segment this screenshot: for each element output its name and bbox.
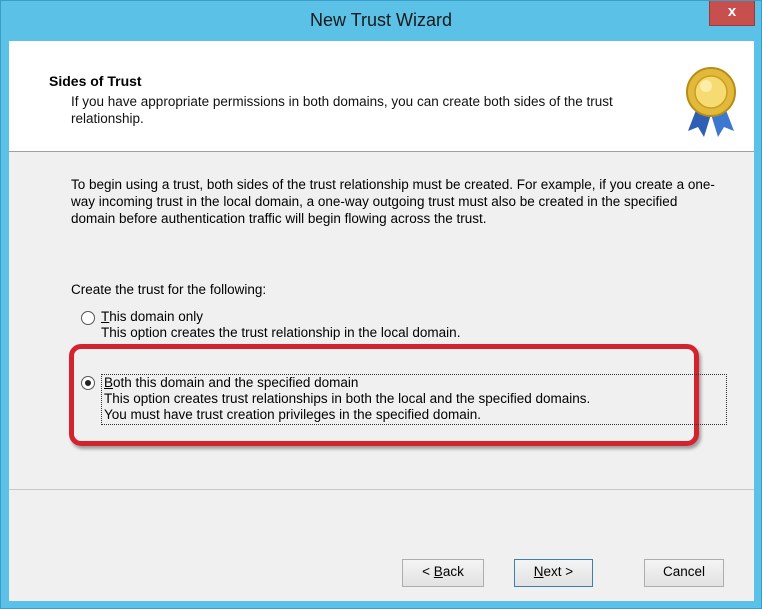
award-seal-icon — [686, 67, 736, 137]
next-label-rest: ext > — [543, 564, 574, 579]
mnemonic-letter: B — [104, 375, 114, 390]
wizard-header: Sides of Trust If you have appropriate p… — [9, 41, 754, 152]
option-label: This domain only — [101, 309, 721, 325]
wizard-window: New Trust Wizard x Sides of Trust If you… — [0, 0, 762, 609]
wizard-content: To begin using a trust, both sides of th… — [9, 152, 754, 489]
back-button[interactable]: < Back — [402, 559, 484, 587]
option-label: Both this domain and the specified domai… — [104, 375, 724, 391]
close-button[interactable]: x — [709, 1, 755, 26]
cancel-button[interactable]: Cancel — [644, 559, 724, 587]
option-label-rest: oth this domain and the specified domain — [113, 375, 359, 390]
next-button[interactable]: Next > — [514, 559, 593, 587]
back-prefix: < — [422, 564, 434, 579]
option-description-line1: This option creates trust relationships … — [104, 391, 591, 406]
option-this-domain-only-text[interactable]: This domain only This option creates the… — [101, 309, 721, 341]
option-both-domains-text[interactable]: Both this domain and the specified domai… — [101, 374, 727, 425]
wizard-footer: < Back Next > Cancel — [9, 489, 754, 602]
page-title: Sides of Trust — [49, 73, 142, 89]
radio-both-domains[interactable] — [81, 376, 95, 390]
window-title: New Trust Wizard — [309, 10, 453, 30]
option-description-line2: You must have trust creation privileges … — [104, 407, 481, 422]
page-subtitle: If you have appropriate permissions in b… — [71, 94, 613, 126]
mnemonic-letter: N — [533, 564, 544, 579]
back-label-rest: ack — [442, 564, 464, 579]
mnemonic-letter: B — [433, 564, 443, 579]
title-bar[interactable]: New Trust Wizard x — [1, 1, 761, 41]
intro-text: To begin using a trust, both sides of th… — [71, 177, 715, 226]
radio-this-domain-only[interactable] — [81, 311, 95, 325]
option-label-rest: his domain only — [109, 309, 204, 324]
mnemonic-letter: T — [101, 309, 110, 324]
option-description: This option creates the trust relationsh… — [101, 325, 461, 340]
create-trust-label: Create the trust for the following: — [71, 282, 267, 297]
wizard-client-area: Sides of Trust If you have appropriate p… — [9, 41, 754, 601]
